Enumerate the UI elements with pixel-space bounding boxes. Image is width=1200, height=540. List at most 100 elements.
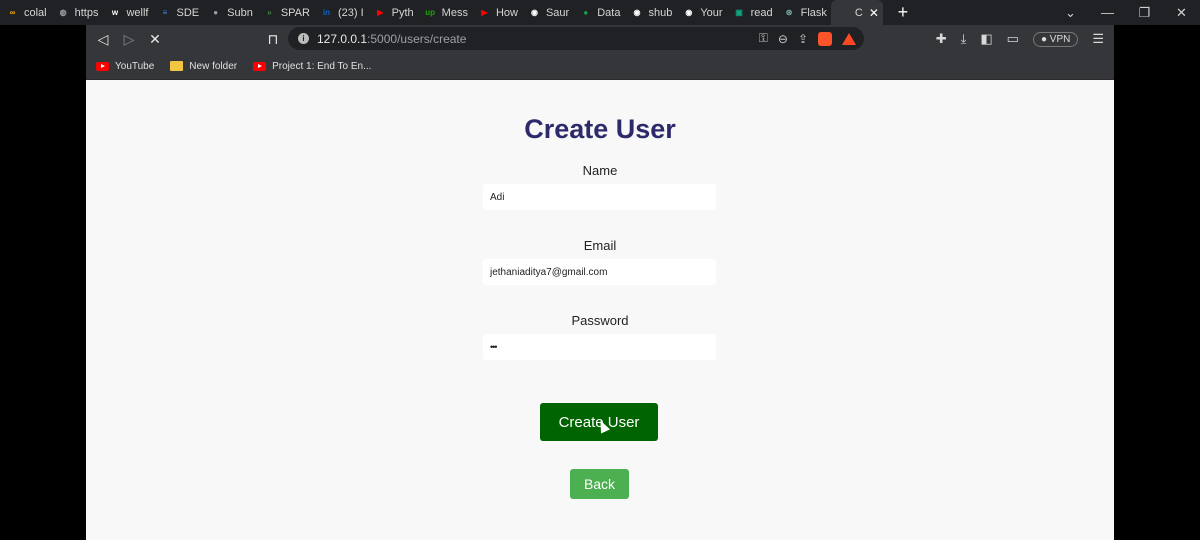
browser-tab[interactable]: ♠ Data: [573, 0, 624, 25]
tab-title: How: [495, 6, 518, 19]
tab-title: wellf: [126, 6, 149, 19]
tab-favicon-icon: ∞: [9, 8, 16, 17]
tab-favicon-icon: w: [111, 8, 119, 17]
tab-title: Saur: [545, 6, 570, 19]
menu-icon[interactable]: ☰: [1092, 31, 1104, 47]
browser-tab[interactable]: w wellf: [102, 0, 152, 25]
tab-search-icon[interactable]: ⌄: [1052, 5, 1089, 21]
browser-toolbar: ◁ ▷ ✕ ⊓ i 127.0.0.1 :5000/users/create ⚿…: [86, 25, 1114, 53]
browser-tab[interactable]: ∞ colal: [0, 0, 51, 25]
browser-tab[interactable]: » SPAR: [257, 0, 314, 25]
extensions-icon[interactable]: ✚: [936, 31, 947, 47]
tab-title: colal: [24, 6, 47, 19]
email-label: Email: [583, 238, 617, 253]
tab-favicon-icon: ▶: [481, 8, 488, 17]
password-field[interactable]: •••: [483, 334, 716, 360]
url-host: 127.0.0.1: [317, 31, 368, 46]
tab-favicon-icon: ♠: [583, 8, 588, 17]
tab-favicon-icon: »: [267, 8, 272, 17]
tab-favicon-icon: ◉: [633, 8, 641, 17]
tab-title: shub: [648, 6, 673, 19]
password-label: Password: [571, 313, 629, 328]
stop-loading-icon[interactable]: ✕: [142, 31, 168, 48]
browser-tab[interactable]: ◉ shub: [624, 0, 676, 25]
brave-shields-icon[interactable]: [818, 31, 832, 46]
tab-favicon-icon: ●: [213, 8, 219, 17]
tab-favicon-icon: ≡: [162, 8, 168, 17]
window-controls: ⌄ — ❐ ✕: [1052, 0, 1200, 25]
tab-favicon-icon: ◉: [530, 8, 538, 17]
forward-arrow-icon[interactable]: ▷: [116, 31, 142, 48]
bookmark-project[interactable]: Project 1: End To En...: [253, 61, 371, 72]
sidebar-icon[interactable]: ◧: [980, 31, 992, 47]
name-label: Name: [582, 163, 618, 178]
browser-tab[interactable]: ≡ SDE: [153, 0, 204, 25]
tab-favicon-icon: ▶: [377, 8, 384, 17]
tab-title: Your: [700, 6, 723, 19]
bookmark-youtube[interactable]: YouTube: [96, 61, 154, 72]
browser-tab[interactable]: ▶ How: [472, 0, 522, 25]
tab-title: https: [74, 6, 99, 19]
share-icon[interactable]: ⇪: [798, 32, 808, 46]
browser-tab[interactable]: up Mess: [418, 0, 472, 25]
new-tab-button[interactable]: +: [893, 2, 913, 23]
tab-title: read: [750, 6, 773, 19]
minimize-button[interactable]: —: [1089, 5, 1126, 20]
close-tab-icon[interactable]: ✕: [869, 6, 879, 20]
tab-favicon-icon: in: [322, 8, 331, 17]
bookmark-label: Project 1: End To En...: [272, 60, 372, 72]
folder-icon: [170, 61, 184, 71]
restore-button[interactable]: ❐: [1126, 5, 1163, 21]
page-viewport: Create User Name Adi Email jethaniaditya…: [86, 80, 1114, 540]
bookmark-new-folder[interactable]: New folder: [170, 61, 237, 72]
email-field[interactable]: jethaniaditya7@gmail.com: [483, 259, 716, 285]
tab-favicon-icon: up: [425, 8, 436, 17]
create-user-page: Create User Name Adi Email jethaniaditya…: [86, 80, 1114, 540]
youtube-icon: [96, 61, 109, 71]
site-info-icon[interactable]: i: [298, 33, 309, 44]
browser-tab[interactable]: ◌ C ✕: [830, 0, 883, 25]
brave-rewards-icon[interactable]: [842, 32, 856, 45]
tab-title: SPAR: [280, 6, 310, 19]
tab-title: SDE: [176, 6, 200, 19]
browser-tab[interactable]: in (23) I: [314, 0, 368, 25]
vpn-label: VPN: [1049, 33, 1071, 45]
tab-favicon-icon: ◍: [59, 8, 67, 17]
back-arrow-icon[interactable]: ◁: [90, 31, 116, 48]
tab-title: Pyth: [391, 6, 414, 19]
bookmark-label: YouTube: [115, 60, 155, 72]
name-field[interactable]: Adi: [483, 184, 716, 210]
bookmark-icon[interactable]: ⊓: [260, 31, 286, 48]
bookmarks-bar: YouTube New folder Project 1: End To En.…: [86, 53, 1114, 80]
tab-favicon-icon: ⊛: [785, 8, 793, 17]
browser-tab[interactable]: ◍ https: [51, 0, 103, 25]
zoom-icon[interactable]: ⊖: [778, 32, 788, 46]
tab-favicon-icon: ◉: [685, 8, 693, 17]
youtube-icon: [253, 61, 267, 71]
key-icon[interactable]: ⚿: [759, 31, 768, 46]
tab-title: Flask: [800, 6, 827, 19]
browser-tab[interactable]: ▣ read: [727, 0, 777, 25]
address-bar[interactable]: i 127.0.0.1 :5000/users/create ⚿ ⊖ ⇪: [288, 27, 864, 50]
browser-tab[interactable]: ● Subn: [203, 0, 257, 25]
browser-tab[interactable]: ⊛ Flask: [777, 0, 831, 25]
close-window-button[interactable]: ✕: [1163, 5, 1200, 21]
browser-tab[interactable]: ▶ Pyth: [368, 0, 418, 25]
tab-title: Mess: [441, 6, 468, 19]
tab-title: C: [854, 6, 863, 19]
tab-title: (23) I: [337, 6, 364, 19]
back-button[interactable]: Back: [570, 469, 629, 499]
page-title: Create User: [524, 114, 676, 144]
browser-tab[interactable]: ◉ Saur: [522, 0, 573, 25]
vpn-button[interactable]: ● VPN: [1032, 31, 1079, 47]
bookmark-label: New folder: [189, 60, 238, 72]
wallet-icon[interactable]: ▭: [1007, 31, 1019, 47]
tab-favicon-icon: ◌: [840, 8, 846, 17]
tab-title: Subn: [227, 6, 253, 19]
tab-title: Data: [597, 6, 621, 19]
url-path: :5000/users/create: [367, 31, 467, 46]
tab-strip: ∞ colal ◍ https w wellf ≡ SDE ● Subn» SPAR in (23) I…: [0, 0, 1200, 25]
browser-tab[interactable]: ◉ Your: [676, 0, 726, 25]
download-icon[interactable]: ⤓: [961, 31, 967, 47]
tab-favicon-icon: ▣: [735, 8, 743, 17]
